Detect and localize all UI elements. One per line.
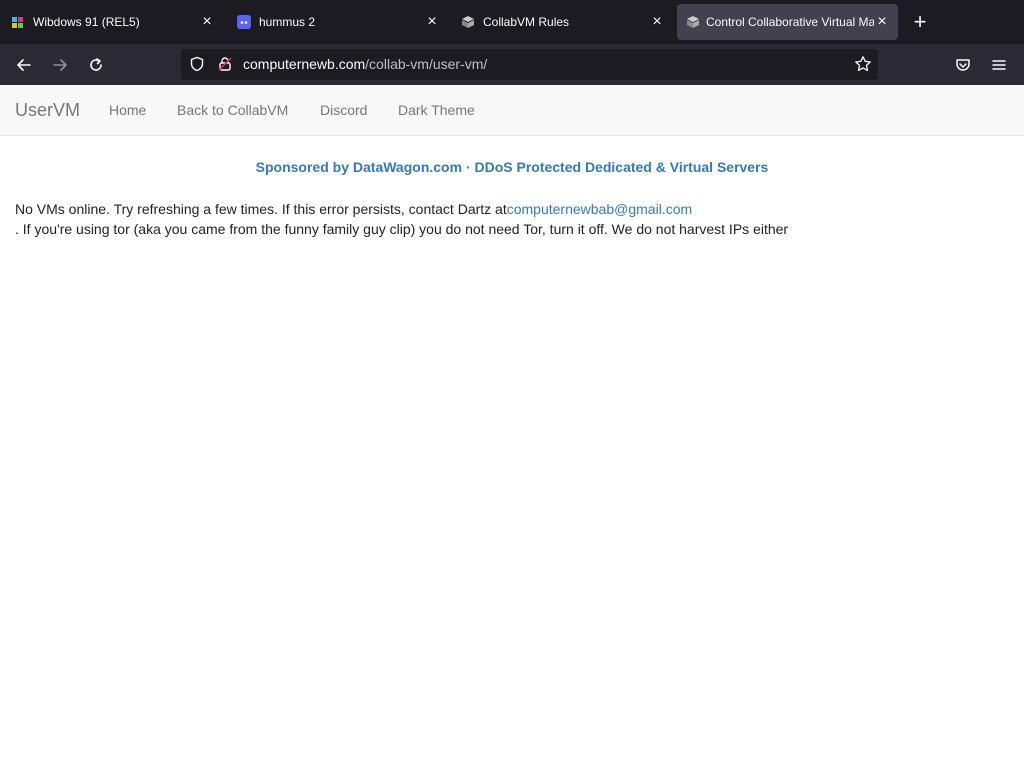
status-message: No VMs online. Try refreshing a few time… bbox=[15, 199, 1010, 239]
reload-icon bbox=[90, 58, 102, 71]
url-path: /collab-vm/user-vm/ bbox=[365, 56, 488, 72]
hamburger-menu-icon bbox=[992, 60, 1006, 70]
web-page: UserVM Home Back to CollabVM Discord Dar… bbox=[0, 85, 1024, 768]
message-prefix: No VMs online. Try refreshing a few time… bbox=[15, 201, 507, 217]
nav-link-discord[interactable]: Discord bbox=[320, 85, 367, 136]
url-text[interactable]: computernewb.com/collab-vm/user-vm/ bbox=[243, 49, 487, 80]
contact-email-link[interactable]: computernewbab@gmail.com bbox=[507, 201, 692, 217]
browser-tab-1[interactable]: Wibdows 91 (REL5) × bbox=[2, 4, 224, 40]
new-tab-button[interactable]: + bbox=[906, 8, 934, 36]
tab-title: hummus 2 bbox=[259, 15, 316, 29]
tab-title: Control Collaborative Virtual Ma bbox=[706, 15, 874, 29]
close-tab-icon[interactable]: × bbox=[423, 4, 441, 40]
tab-strip: Wibdows 91 (REL5) × hummus 2 × CollabVM … bbox=[0, 0, 1024, 44]
site-navbar: UserVM Home Back to CollabVM Discord Dar… bbox=[0, 85, 1024, 136]
menu-button[interactable] bbox=[986, 52, 1012, 78]
nav-link-home[interactable]: Home bbox=[109, 85, 146, 136]
nav-link-back-to-collabvm[interactable]: Back to CollabVM bbox=[177, 85, 288, 136]
back-button[interactable] bbox=[11, 52, 37, 78]
forward-arrow-icon bbox=[53, 59, 67, 71]
bookmark-star-icon[interactable] bbox=[854, 55, 872, 78]
collabvm-favicon-icon bbox=[686, 15, 700, 29]
browser-tab-4-active[interactable]: Control Collaborative Virtual Ma × bbox=[677, 4, 898, 40]
reload-button[interactable] bbox=[83, 52, 109, 78]
windows-favicon-icon bbox=[11, 15, 25, 29]
sponsor-banner-link[interactable]: Sponsored by DataWagon.com · DDoS Protec… bbox=[0, 159, 1024, 175]
address-bar[interactable]: computernewb.com/collab-vm/user-vm/ bbox=[181, 49, 878, 80]
close-tab-icon[interactable]: × bbox=[873, 4, 891, 40]
message-suffix: . If you're using tor (aka you came from… bbox=[15, 221, 789, 237]
nav-link-dark-theme[interactable]: Dark Theme bbox=[398, 85, 475, 136]
browser-tab-3[interactable]: CollabVM Rules × bbox=[452, 4, 674, 40]
url-domain: computernewb.com bbox=[243, 56, 366, 72]
tracking-protection-shield-icon[interactable] bbox=[189, 56, 205, 77]
tab-title: Wibdows 91 (REL5) bbox=[33, 15, 140, 29]
pocket-icon bbox=[956, 59, 970, 71]
close-tab-icon[interactable]: × bbox=[198, 4, 216, 40]
browser-tab-2[interactable]: hummus 2 × bbox=[228, 4, 450, 40]
pocket-button[interactable] bbox=[950, 52, 976, 78]
site-info-lock-icon[interactable] bbox=[217, 56, 233, 77]
back-arrow-icon bbox=[17, 59, 31, 71]
close-tab-icon[interactable]: × bbox=[648, 4, 666, 40]
site-brand[interactable]: UserVM bbox=[15, 85, 80, 136]
discord-favicon-icon bbox=[237, 15, 251, 29]
tab-title: CollabVM Rules bbox=[483, 15, 570, 29]
forward-button[interactable] bbox=[47, 52, 73, 78]
collabvm-favicon-icon bbox=[461, 15, 475, 29]
